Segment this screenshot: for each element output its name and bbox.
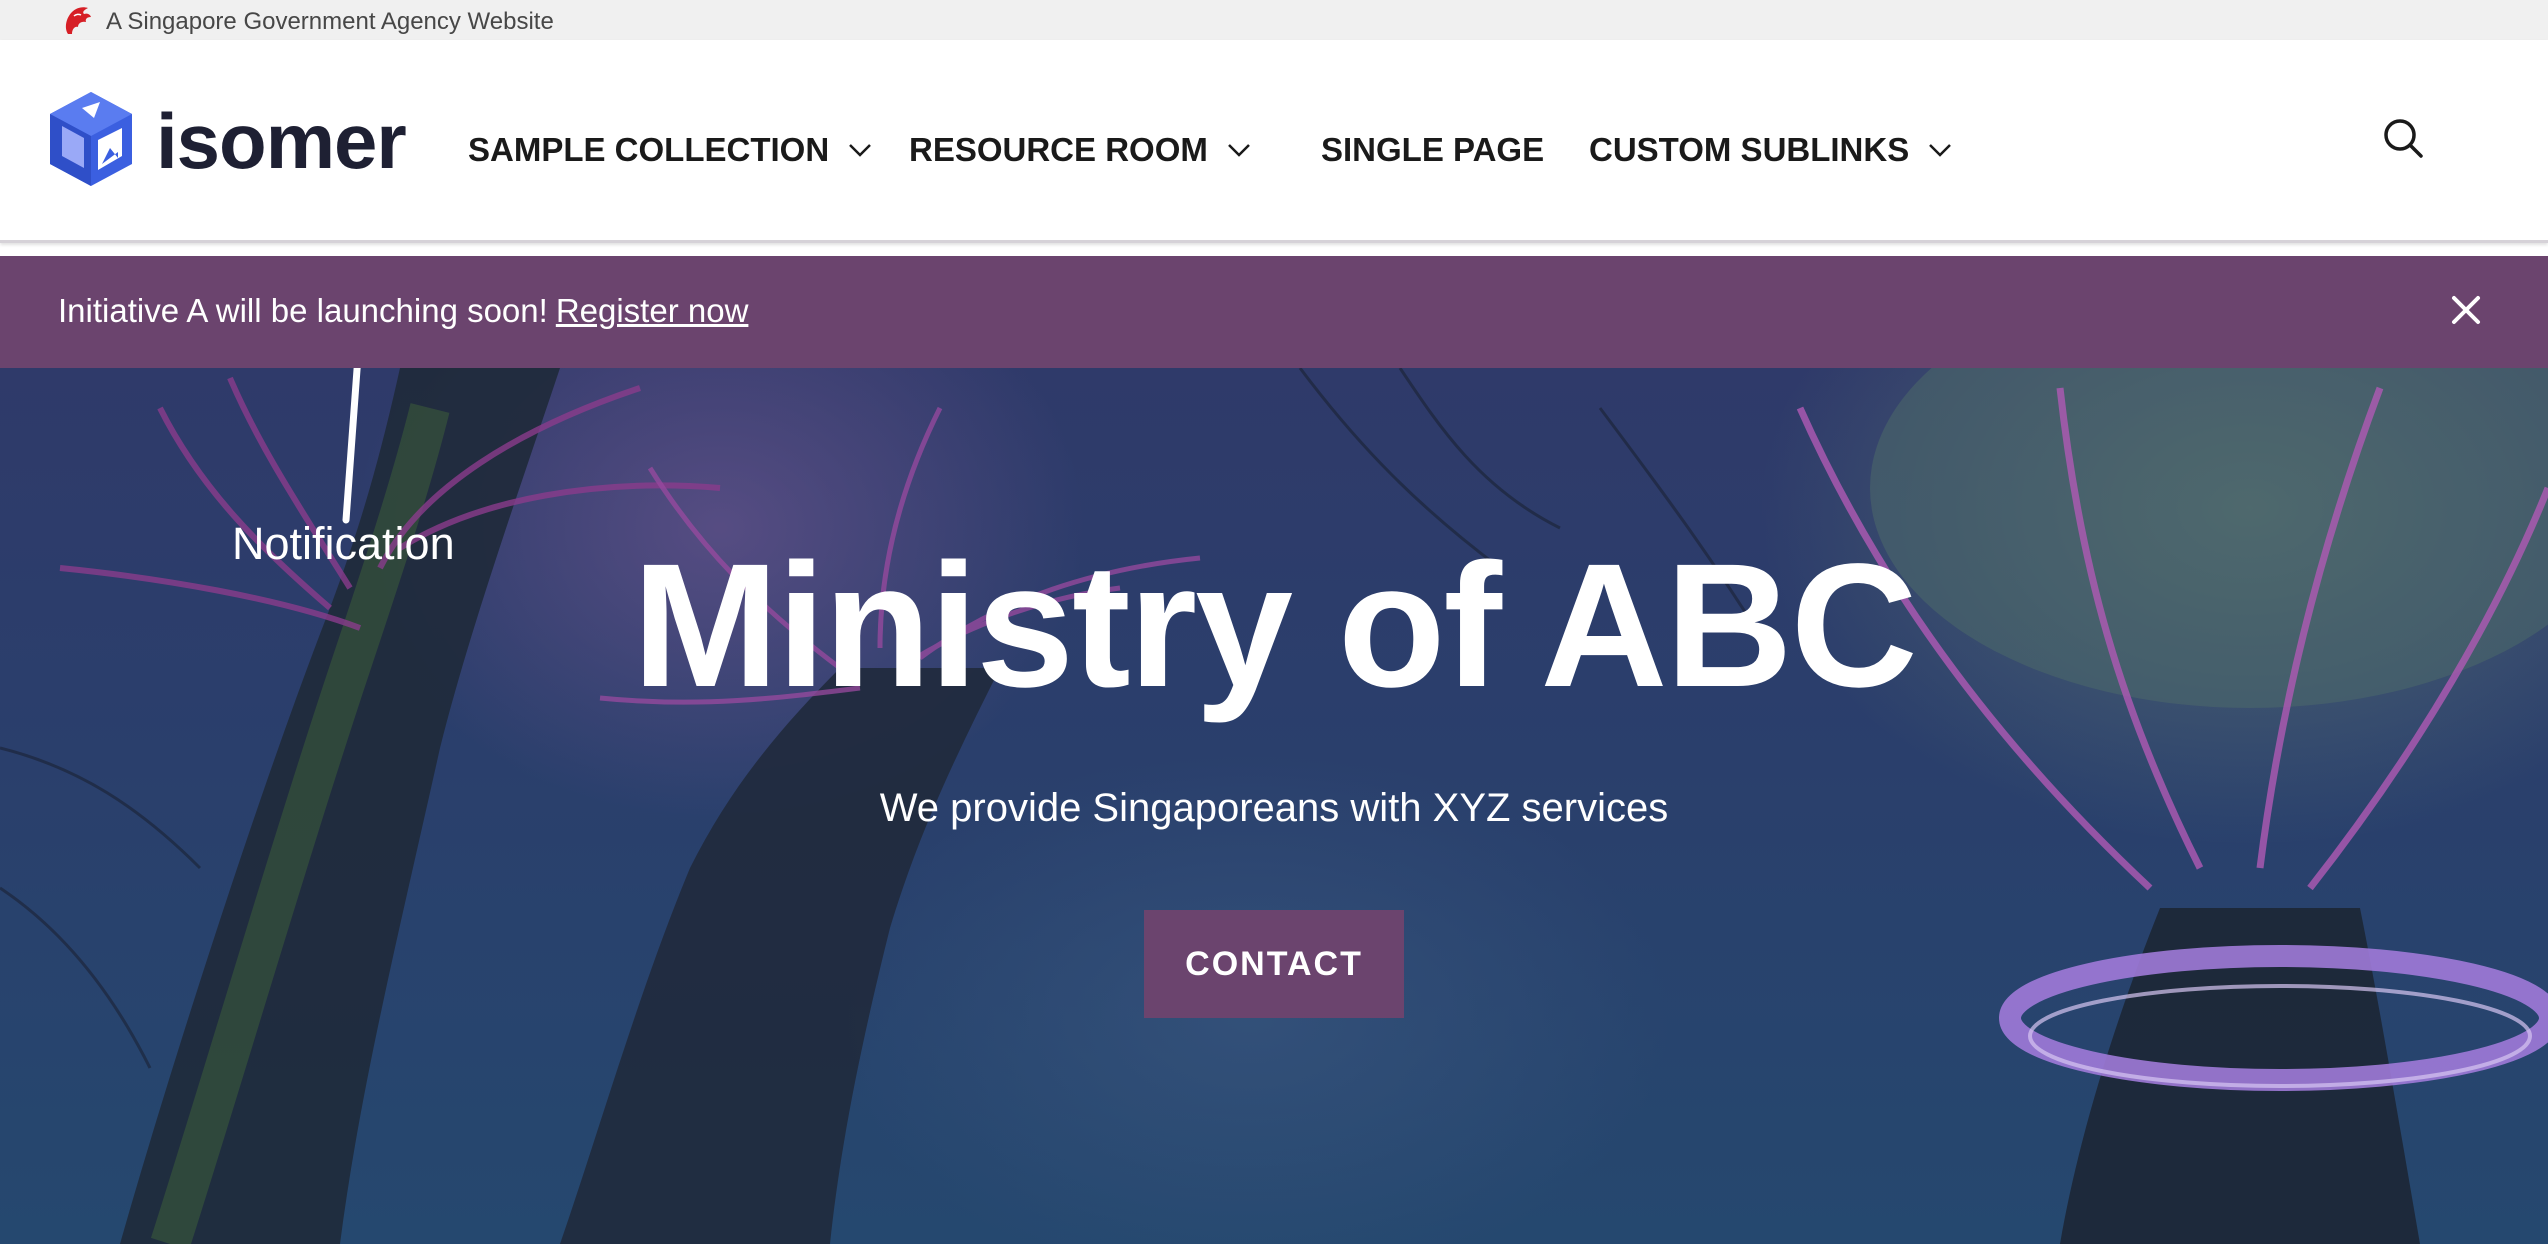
nav-label: SAMPLE COLLECTION: [468, 131, 830, 168]
hero-title: Ministry of ABC: [632, 528, 1917, 724]
nav-label: CUSTOM SUBLINKS: [1589, 131, 1910, 168]
nav-label: SINGLE PAGE: [1321, 131, 1545, 168]
lion-head-icon: [65, 7, 91, 35]
notification-message: Initiative A will be launching soon! Regi…: [58, 292, 748, 330]
hero-banner: Notification Ministry of ABC We provide …: [0, 368, 2548, 1244]
nav-sample-collection[interactable]: SAMPLE COLLECTION: [468, 120, 873, 180]
isomer-logo-text[interactable]: isomer: [156, 96, 407, 187]
nav-label: RESOURCE ROOM: [909, 131, 1208, 168]
government-masthead: A Singapore Government Agency Website: [0, 0, 2548, 40]
notification-text: Initiative A will be launching soon!: [58, 292, 548, 329]
chevron-down-icon: [849, 144, 872, 157]
masthead-text: A Singapore Government Agency Website: [106, 8, 554, 35]
chevron-down-icon: [1929, 144, 1952, 157]
chevron-down-icon: [1227, 144, 1250, 157]
close-icon[interactable]: [2450, 294, 2482, 326]
nav-custom-sublinks[interactable]: CUSTOM SUBLINKS: [1589, 120, 1953, 180]
notification-bar: Initiative A will be launching soon! Regi…: [0, 256, 2548, 368]
contact-button[interactable]: CONTACT: [1144, 910, 1404, 1018]
nav-resource-room[interactable]: RESOURCE ROOM: [909, 120, 1252, 180]
nav-single-page[interactable]: SINGLE PAGE: [1321, 120, 1544, 180]
register-now-link[interactable]: Register now: [556, 292, 749, 329]
isomer-cube-icon[interactable]: [48, 90, 134, 188]
hero-subtitle: We provide Singaporeans with XYZ service…: [879, 786, 1669, 830]
site-header: isomer SAMPLE COLLECTION RESOURCE ROOM S…: [0, 40, 2548, 243]
search-icon[interactable]: [2382, 117, 2424, 159]
